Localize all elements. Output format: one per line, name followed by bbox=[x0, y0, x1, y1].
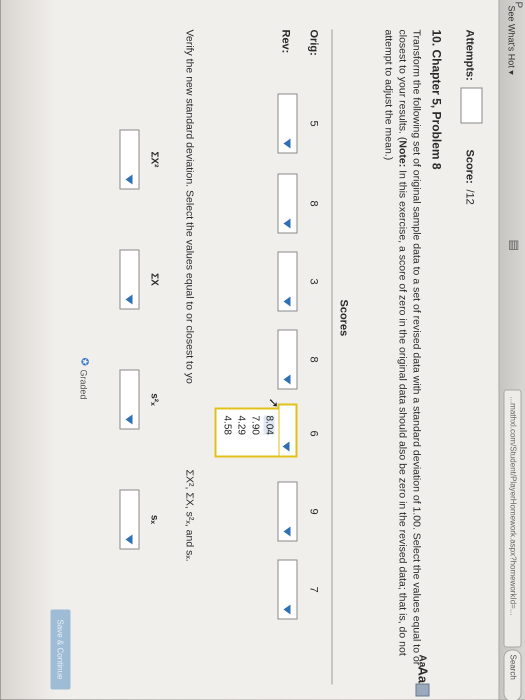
browser-toolbar: P See What's Hot ▾ ▤ ...mathxl.com/Stude… bbox=[498, 0, 525, 700]
rev-select[interactable] bbox=[277, 93, 298, 154]
photo-background: P See What's Hot ▾ ▤ ...mathxl.com/Stude… bbox=[0, 0, 525, 700]
std-dev-select[interactable] bbox=[119, 489, 140, 550]
rev-select-open[interactable] bbox=[277, 403, 298, 458]
orig-value: 7 bbox=[307, 586, 320, 593]
note-label: Note: bbox=[396, 140, 409, 168]
chevron-down-icon bbox=[283, 296, 291, 307]
problem-title: 10. Chapter 5, Problem 8 bbox=[429, 29, 444, 170]
address-bar[interactable]: ...mathxl.com/Student/PlayerHomework.asp… bbox=[503, 389, 522, 648]
graded-icon: ✪ bbox=[78, 357, 90, 366]
attempts-label: Attempts: bbox=[463, 29, 476, 81]
chevron-down-icon bbox=[283, 526, 291, 537]
sum-x-label: ΣX bbox=[148, 273, 160, 286]
attempts-box bbox=[460, 87, 483, 124]
score-value: /12 bbox=[463, 189, 476, 205]
dropdown-option[interactable]: 8.04 bbox=[263, 415, 275, 435]
orig-value: 8 bbox=[307, 356, 320, 363]
orig-value: 6 bbox=[307, 430, 320, 437]
chevron-down-icon bbox=[125, 414, 133, 425]
verify-instructions: Verify the new standard deviation. Selec… bbox=[183, 29, 196, 384]
browser-window: P See What's Hot ▾ ▤ ...mathxl.com/Stude… bbox=[0, 0, 525, 700]
rev-select[interactable] bbox=[277, 251, 298, 312]
dropdown-option[interactable]: 7.90 bbox=[250, 416, 261, 435]
search-input[interactable]: Search bbox=[503, 649, 522, 700]
see-whats-hot-menu[interactable]: See What's Hot ▾ bbox=[506, 6, 517, 75]
rev-select[interactable] bbox=[277, 173, 298, 234]
chevron-down-icon bbox=[125, 294, 133, 305]
chevron-down-icon bbox=[283, 218, 291, 229]
bottom-fade bbox=[0, 0, 56, 700]
problem-instructions: Transform the following set of original … bbox=[382, 30, 424, 690]
std-dev-label: sₓ bbox=[148, 514, 160, 525]
dropdown-options: 8.04 7.90 4.29 4.58 bbox=[214, 407, 279, 458]
save-continue-button[interactable]: Save & Continue bbox=[50, 609, 71, 690]
sum-x-squared-label: ΣX² bbox=[148, 151, 160, 168]
chevron-down-icon bbox=[283, 138, 291, 149]
sum-x-squared-select[interactable] bbox=[119, 129, 140, 190]
mouse-cursor-icon: ➚ bbox=[266, 397, 282, 409]
orig-value: 3 bbox=[307, 278, 320, 285]
chevron-down-icon bbox=[283, 374, 291, 385]
rev-select[interactable] bbox=[277, 481, 298, 542]
chevron-down-icon bbox=[125, 534, 133, 545]
reader-icon[interactable]: ▤ bbox=[508, 240, 522, 251]
table-divider bbox=[331, 29, 333, 685]
dropdown-option[interactable]: 4.58 bbox=[222, 416, 233, 435]
sum-x-select[interactable] bbox=[119, 249, 140, 310]
rev-row-label: Rev: bbox=[279, 29, 292, 54]
variance-label: s²ₓ bbox=[148, 393, 160, 406]
dropdown-option[interactable]: 4.29 bbox=[236, 416, 247, 435]
score-label: Score: bbox=[463, 149, 476, 184]
rev-select[interactable] bbox=[277, 329, 298, 390]
chevron-down-icon bbox=[282, 441, 290, 452]
scores-header: Scores bbox=[337, 299, 350, 337]
chevron-down-icon bbox=[283, 604, 291, 615]
variance-select[interactable] bbox=[119, 369, 140, 430]
graded-label: Graded bbox=[78, 369, 89, 400]
orig-value: 8 bbox=[307, 200, 320, 207]
orig-value: 9 bbox=[307, 508, 320, 515]
rev-select[interactable] bbox=[277, 559, 298, 620]
verify-instructions-suffix: ΣX², ΣX, s²ₓ, and sₓ. bbox=[183, 469, 196, 562]
orig-row-label: Orig: bbox=[307, 29, 320, 56]
orig-value: 5 bbox=[307, 120, 320, 127]
chevron-down-icon bbox=[125, 174, 133, 185]
